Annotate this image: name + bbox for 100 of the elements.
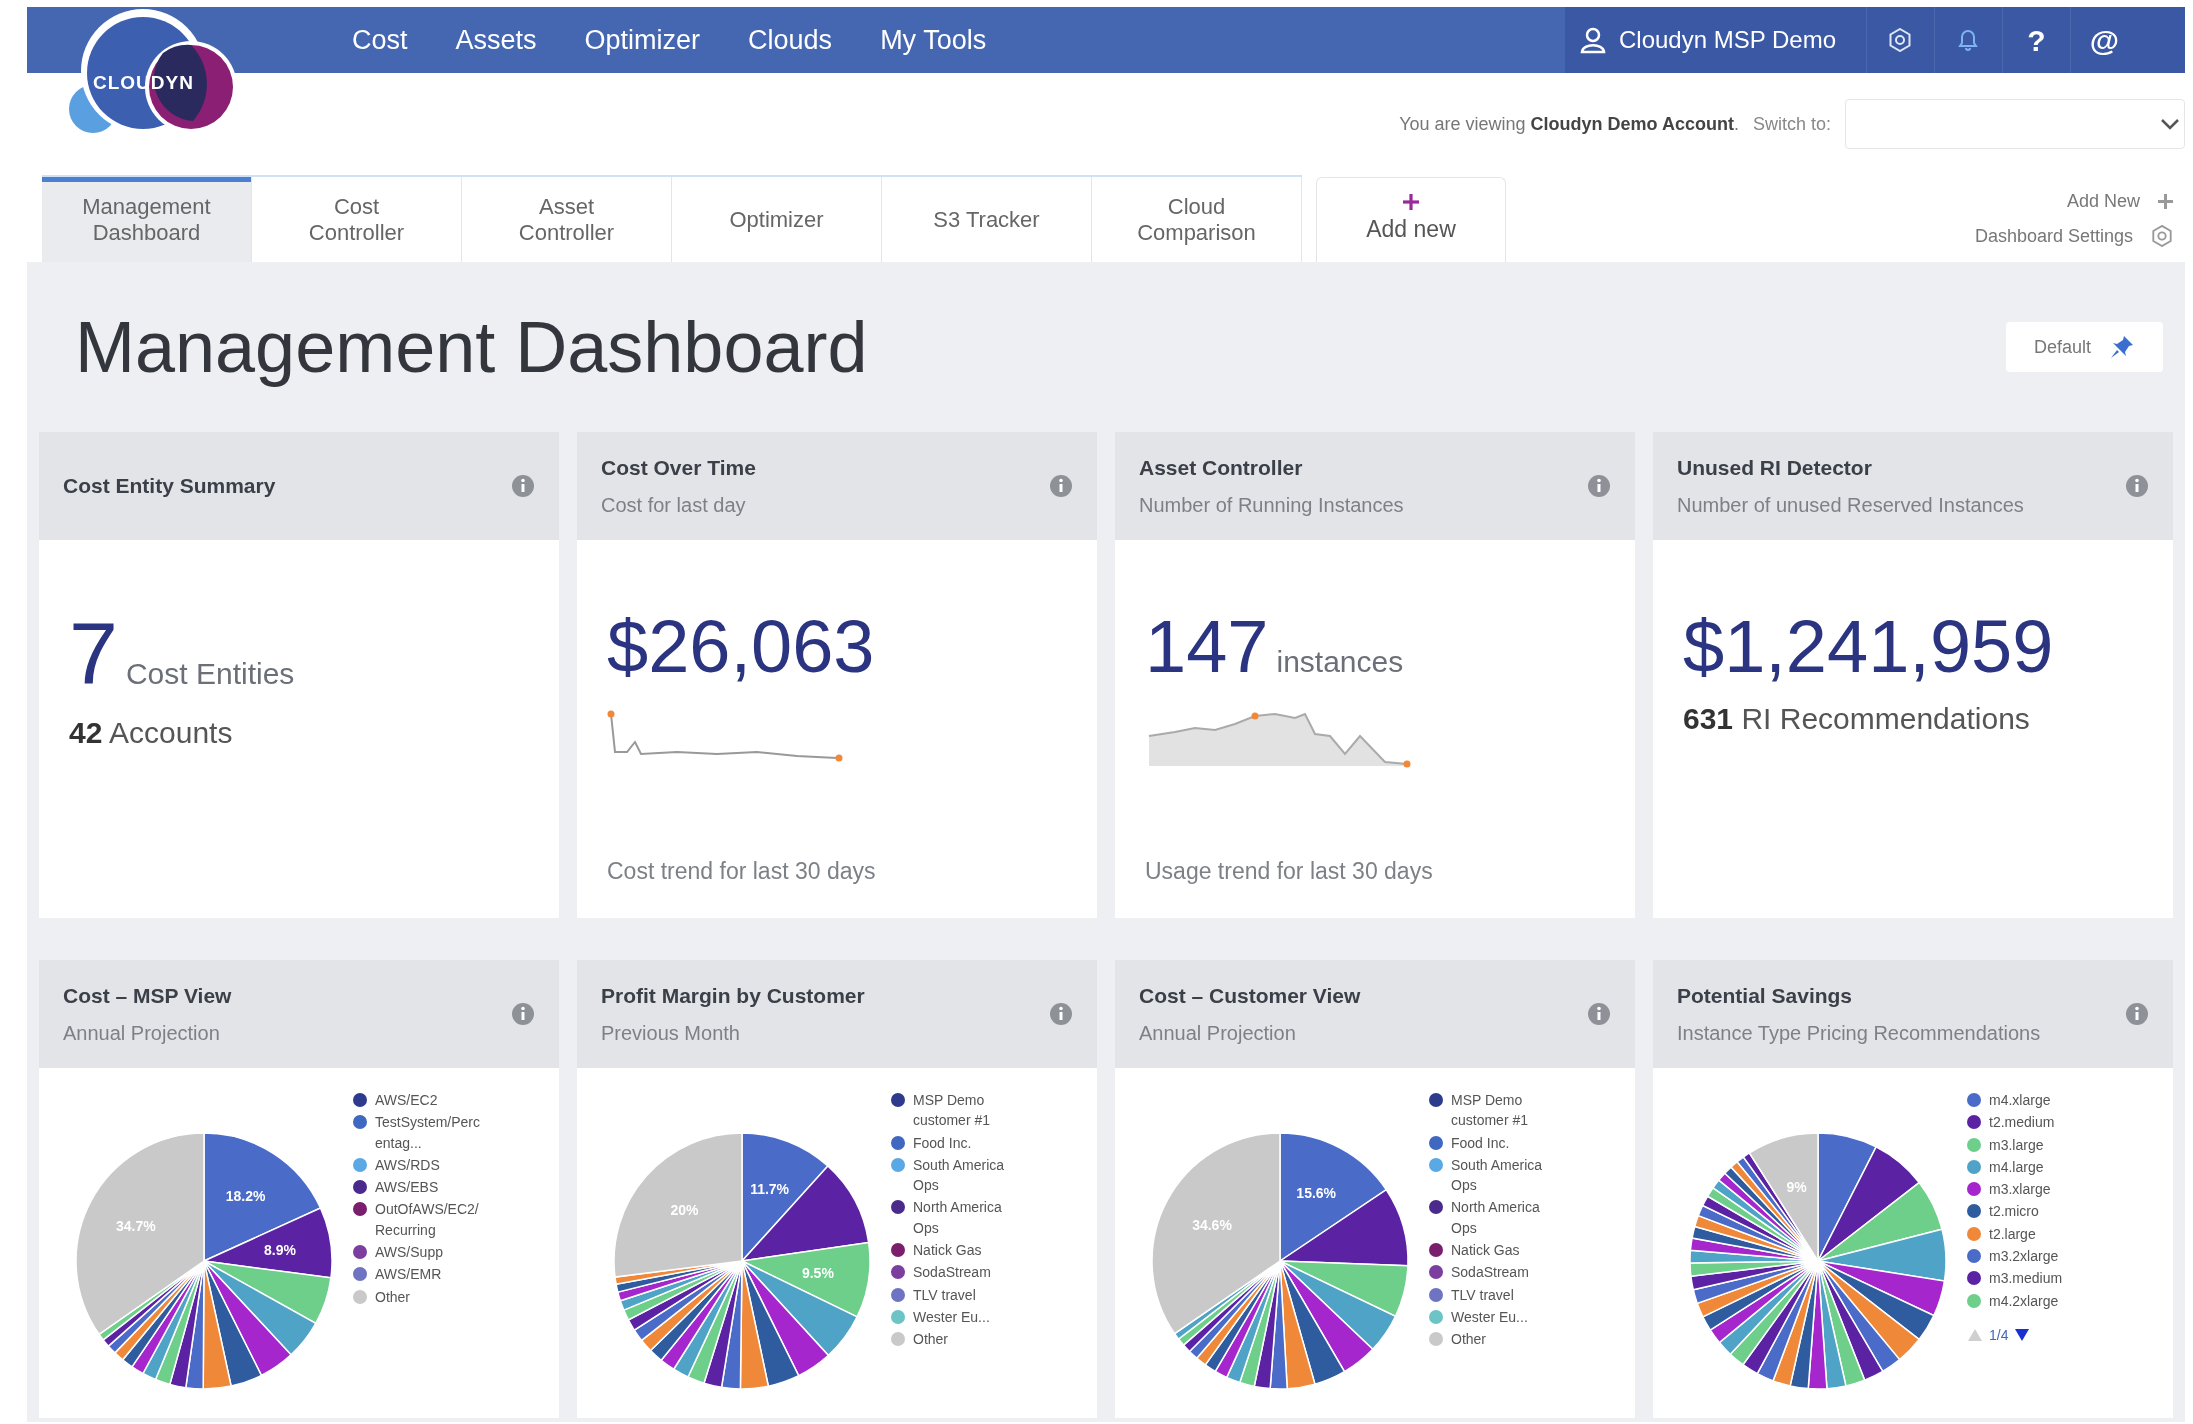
legend-label[interactable]: AWS/EBS [375,1177,439,1198]
account-info-text: You are viewing Cloudyn Demo Account. [1399,112,1739,136]
slice-label: 9.5% [801,1264,834,1281]
info-icon[interactable] [1587,1002,1611,1026]
settings-icon [1888,28,1913,52]
legend-label[interactable]: m3.xlarge [1989,1179,2051,1200]
info-icon[interactable] [511,1002,535,1026]
plus-icon [1403,193,1419,210]
legend-label[interactable]: t2.large [1989,1223,2036,1245]
big-value: $1,241,959 [1683,610,2054,684]
legend-label[interactable]: Natick Gas [913,1240,982,1261]
legend-label[interactable]: OutOfAWS/EC2/Recurring [375,1199,483,1241]
dashboard-tab[interactable]: Management Dashboard [42,177,252,262]
switch-label: Switch to: [1752,112,1831,136]
value-unit: instances [1276,644,1404,680]
legend-label[interactable]: TestSystem/Percentag... [375,1112,483,1153]
add-tab[interactable]: Add new [1316,177,1506,262]
widget-title: Unused RI Detector [1677,455,1873,482]
pin-icon [2109,334,2135,360]
trend-caption: Usage trend for last 30 days [1145,856,1433,886]
page-indicator: 1/4 [1989,1325,2009,1345]
widget-subtitle: Number of unused Reserved Instances [1677,492,2024,518]
widget-title: Asset Controller [1139,455,1304,482]
legend-label[interactable]: Food Inc. [1451,1132,1510,1153]
widget-subtitle: Instance Type Pricing Recommendations [1677,1020,2041,1046]
widget-subtitle: Annual Projection [63,1020,221,1046]
widget-subtitle: Previous Month [601,1020,741,1046]
legend-label[interactable]: t2.medium [1989,1112,2055,1133]
legend-label[interactable]: Wester Eu... [913,1306,990,1328]
info-icon[interactable] [2125,1002,2149,1026]
legend-label[interactable]: m3.large [1989,1134,2044,1155]
slice-label: 15.6% [1296,1185,1337,1202]
legend-label[interactable]: TLV travel [1451,1284,1514,1305]
legend-label[interactable]: m4.large [1989,1156,2044,1178]
info-icon[interactable] [1049,1002,1073,1026]
legend-label[interactable]: m3.medium [1989,1268,2063,1289]
legend-label[interactable]: AWS/RDS [375,1154,440,1176]
legend-label[interactable]: Other [913,1329,948,1350]
page-title: Management Dashboard [75,305,868,389]
legend-label[interactable]: AWS/Supp [375,1242,443,1263]
widget-title: Potential Savings [1677,983,1854,1010]
detail-text: 631 RI Recommendations [1683,701,2031,737]
slice-label: 11.7% [750,1181,790,1198]
value-unit: Cost Entities [125,656,295,692]
bell-icon [1956,27,1981,53]
legend-label[interactable]: MSP Demo customer #1 [913,1090,1021,1131]
slice-label: 18.2% [225,1188,266,1205]
slice-label: 8.9% [264,1241,296,1258]
menu-link[interactable]: Optimizer [584,19,701,61]
legend-label[interactable]: m4.2xlarge [1989,1290,2059,1311]
legend-label[interactable]: South America Ops [1451,1154,1559,1196]
nav-button[interactable]: @ [2070,7,2138,73]
legend-label[interactable]: Natick Gas [1451,1240,1520,1261]
legend-label[interactable]: South America Ops [913,1154,1021,1196]
legend-label[interactable]: TLV travel [913,1284,976,1305]
legend-label[interactable]: Food Inc. [913,1132,972,1153]
detail-text: 42 Accounts [69,715,234,751]
add-new-link[interactable]: Add New [2066,187,2173,215]
trend-caption: Cost trend for last 30 days [607,856,876,886]
menu-link[interactable]: Cost [352,19,408,61]
big-value: 147 [1145,610,1269,684]
legend-label[interactable]: m4.xlarge [1989,1090,2051,1111]
settings-icon [2151,225,2173,247]
legend-label[interactable]: AWS/EMR [375,1264,442,1285]
widget-title: Cost – Customer View [1139,983,1361,1010]
chevron-icon [2160,118,2180,130]
legend-label[interactable]: t2.micro [1989,1201,2039,1222]
widget-title: Profit Margin by Customer [601,983,865,1010]
legend-label[interactable]: SodaStream [913,1262,991,1283]
info-icon[interactable] [2125,474,2149,498]
default-button[interactable]: Default [2006,322,2163,372]
widget-subtitle: Annual Projection [1139,1020,1297,1046]
legend-label[interactable]: Wester Eu... [1451,1306,1528,1328]
widget-subtitle: Number of Running Instances [1139,492,1404,518]
big-value: $26,063 [607,610,875,684]
legend-label[interactable]: AWS/EC2 [375,1090,438,1111]
menu-link[interactable]: My Tools [880,19,987,61]
menu-link[interactable]: Assets [455,19,537,61]
big-value: 7 [69,610,118,698]
legend-label[interactable]: Other [1451,1329,1486,1350]
legend-label[interactable]: m3.2xlarge [1989,1246,2059,1267]
legend-label[interactable]: North America Ops [1451,1197,1559,1239]
legend-label[interactable]: SodaStream [1451,1262,1529,1283]
widget-subtitle: Cost for last day [601,492,747,518]
menu-link[interactable]: Clouds [748,19,833,61]
info-icon[interactable] [511,474,535,498]
widget-title: Cost Over Time [601,455,756,482]
widget-title: Cost Entity Summary [63,473,276,500]
legend-label[interactable]: Other [375,1286,410,1307]
plus-icon [2158,193,2173,209]
down-arrow-icon[interactable] [2014,1328,2031,1343]
info-icon[interactable] [1587,474,1611,498]
legend-label[interactable]: North America Ops [913,1197,1021,1239]
user-menu[interactable]: Cloudyn MSP Demo [1579,22,1836,58]
info-icon[interactable] [1049,474,1073,498]
dashboard-settings-link[interactable]: Dashboard Settings [1974,222,2173,250]
user-icon [1579,26,1607,54]
legend-label[interactable]: MSP Demo customer #1 [1451,1090,1559,1131]
widget-title: Cost – MSP View [63,983,232,1010]
nav-button[interactable]: ? [2002,7,2070,73]
